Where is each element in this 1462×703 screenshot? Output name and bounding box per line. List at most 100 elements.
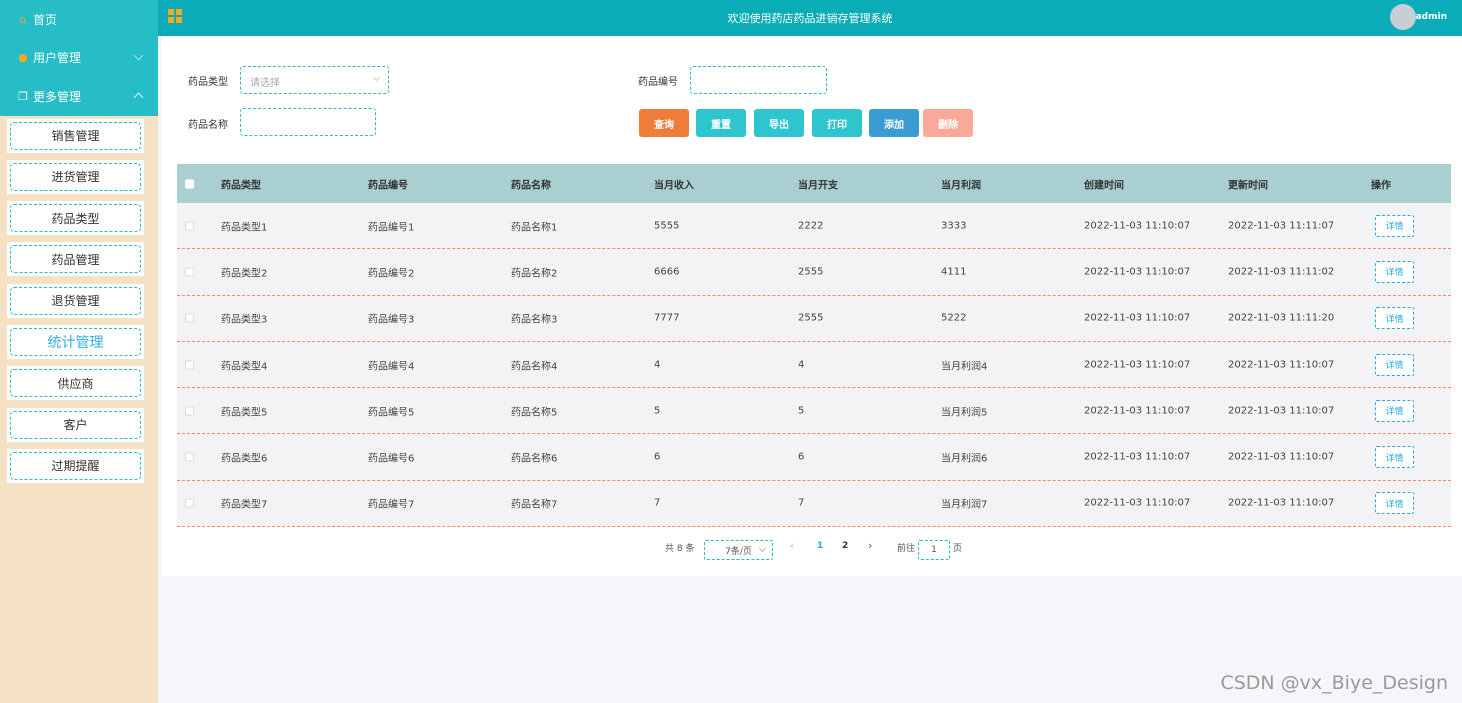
- row-checkbox[interactable]: [185, 452, 194, 462]
- goto-label: 前往: [897, 544, 916, 554]
- avatar[interactable]: [1390, 4, 1416, 30]
- sidebar-item-user-management[interactable]: ● 用户管理: [0, 39, 158, 78]
- table-cell: 3333: [941, 220, 967, 232]
- table-cell: 药品名称2: [511, 268, 558, 280]
- table-header: 药品类型 药品编号 药品名称 当月收入 当月开支 当月利润 创建时间 更新时间 …: [177, 164, 1451, 203]
- detail-button[interactable]: 详情: [1375, 307, 1414, 330]
- table-cell: 药品编号3: [368, 314, 415, 326]
- row-checkbox[interactable]: [185, 267, 194, 277]
- table-cell: 药品编号6: [368, 453, 415, 465]
- column-header: 药品类型: [221, 180, 261, 191]
- detail-button[interactable]: 详情: [1375, 399, 1414, 422]
- detail-button[interactable]: 详情: [1375, 214, 1414, 237]
- table-cell: 药品名称4: [511, 361, 558, 373]
- sidebar-item-drug-type[interactable]: 药品类型: [7, 201, 144, 236]
- sidebar-item-sales[interactable]: 销售管理: [7, 118, 144, 153]
- table-cell: 2022-11-03 11:11:02: [1228, 266, 1335, 278]
- drug-name-input[interactable]: [240, 108, 376, 136]
- detail-button[interactable]: 详情: [1375, 260, 1414, 283]
- table-cell: 2022-11-03 11:10:07: [1228, 405, 1335, 417]
- row-checkbox[interactable]: [185, 360, 194, 370]
- page-size-select[interactable]: 7条/页: [704, 540, 773, 560]
- sidebar-item-more-management[interactable]: ❐ 更多管理: [0, 77, 158, 116]
- column-header: 更新时间: [1228, 180, 1268, 191]
- detail-button[interactable]: 详情: [1375, 353, 1414, 376]
- table-cell: 药品类型1: [221, 222, 268, 234]
- detail-button[interactable]: 详情: [1375, 492, 1414, 515]
- print-button[interactable]: 打印: [812, 109, 862, 137]
- table-cell: 药品类型6: [221, 453, 268, 465]
- watermark: CSDN @vx_Biye_Design: [1220, 672, 1448, 694]
- table-cell: 药品类型4: [221, 361, 268, 373]
- prev-page-icon[interactable]: ‹: [790, 539, 794, 552]
- table-cell: 药品名称7: [511, 499, 558, 511]
- table-cell: 2555: [798, 266, 824, 278]
- table-cell: 2022-11-03 11:10:07: [1228, 451, 1335, 463]
- table-cell: 4: [798, 359, 805, 371]
- next-page-icon[interactable]: ›: [868, 539, 872, 552]
- detail-button[interactable]: 详情: [1375, 446, 1414, 469]
- table-cell: 药品类型3: [221, 314, 268, 326]
- table-cell: 2022-11-03 11:10:07: [1084, 266, 1191, 278]
- table-cell: 药品名称3: [511, 314, 558, 326]
- goto-page-input[interactable]: 1: [918, 540, 950, 560]
- table-cell: 2022-11-03 11:10:07: [1084, 359, 1191, 371]
- top-header: 欢迎使用药店药品进销存管理系统 admin: [158, 0, 1462, 36]
- sidebar-item-returns[interactable]: 退货管理: [7, 283, 144, 318]
- drug-name-label: 药品名称: [188, 120, 228, 131]
- table-cell: 药品编号2: [368, 268, 415, 280]
- sidebar-item-supplier[interactable]: 供应商: [7, 366, 144, 401]
- table-cell: 药品类型7: [221, 499, 268, 511]
- table-cell: 7777: [654, 312, 680, 324]
- export-button[interactable]: 导出: [754, 109, 804, 137]
- page-title: 欢迎使用药店药品进销存管理系统: [727, 12, 893, 25]
- table-body: 药品类型1 药品编号1 药品名称1 5555 2222 3333 2022-11-03 11…: [177, 203, 1451, 528]
- column-header: 药品编号: [368, 180, 408, 191]
- row-checkbox[interactable]: [185, 498, 194, 508]
- sidebar-submenu: 销售管理 进货管理 药品类型 药品管理 退货管理 统计管理 供应商 客户 过期提…: [0, 116, 158, 483]
- table-row: 药品类型2 药品编号2 药品名称2 6666 2555 4111 2022-11-03 11…: [177, 249, 1451, 296]
- table-row: 药品类型1 药品编号1 药品名称1 5555 2222 3333 2022-11-03 11…: [177, 203, 1451, 250]
- table-cell: 2022-11-03 11:10:07: [1084, 497, 1191, 509]
- sidebar-item-expiry-reminder[interactable]: 过期提醒: [7, 448, 144, 483]
- drug-type-select[interactable]: 请选择: [240, 66, 389, 94]
- home-icon: ⌂: [19, 12, 27, 26]
- reset-button[interactable]: 重置: [696, 109, 746, 137]
- chevron-down-icon: [372, 73, 381, 82]
- table-cell: 5555: [654, 220, 680, 232]
- query-button[interactable]: 查询: [639, 109, 689, 137]
- username[interactable]: admin: [1416, 12, 1447, 22]
- add-button[interactable]: 添加: [869, 109, 919, 137]
- table-cell: 6666: [654, 266, 680, 278]
- sidebar-item-statistics[interactable]: 统计管理: [7, 324, 144, 359]
- row-checkbox[interactable]: [185, 406, 194, 416]
- table-cell: 6: [654, 451, 661, 463]
- sidebar-item-label: 退货管理: [10, 286, 141, 315]
- select-all-checkbox[interactable]: [185, 179, 194, 188]
- sidebar-item-label: 药品类型: [10, 204, 141, 233]
- table-cell: 2022-11-03 11:10:07: [1084, 312, 1191, 324]
- drug-code-input[interactable]: [690, 66, 827, 94]
- delete-button[interactable]: 删除: [923, 109, 973, 137]
- table-cell: 2222: [798, 220, 824, 232]
- sidebar-item-home[interactable]: ⌂ 首页: [0, 0, 158, 39]
- total-count: 共 8 条: [665, 544, 695, 554]
- row-checkbox[interactable]: [185, 221, 194, 231]
- column-header: 当月开支: [798, 180, 838, 191]
- page-size-value: 7条/页: [725, 546, 752, 557]
- sidebar-item-customer[interactable]: 客户: [7, 407, 144, 442]
- sidebar-item-label: 首页: [33, 12, 58, 27]
- sidebar-item-label: 过期提醒: [10, 451, 141, 480]
- chevron-up-icon: [133, 92, 144, 103]
- page-1-button[interactable]: 1: [817, 541, 823, 551]
- sidebar-item-purchase[interactable]: 进货管理: [7, 159, 144, 194]
- sidebar-item-drug[interactable]: 药品管理: [7, 242, 144, 277]
- page-unit-label: 页: [953, 544, 963, 554]
- drug-code-label: 药品编号: [638, 77, 678, 88]
- table-cell: 5222: [941, 312, 967, 324]
- table-cell: 2022-11-03 11:10:07: [1228, 497, 1335, 509]
- table-cell: 药品编号7: [368, 499, 415, 511]
- row-checkbox[interactable]: [185, 313, 194, 323]
- page-2-button[interactable]: 2: [842, 541, 848, 551]
- table-cell: 2555: [798, 312, 824, 324]
